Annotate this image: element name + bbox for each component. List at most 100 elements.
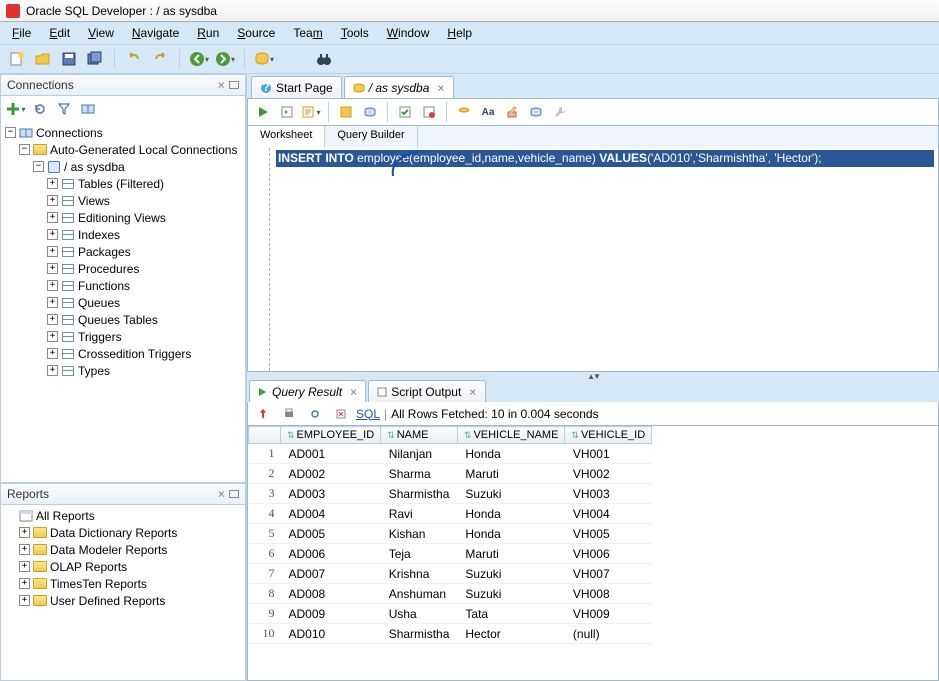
tab-query-result[interactable]: Query Result× xyxy=(249,380,366,402)
column-header[interactable]: ⇅VEHICLE_NAME xyxy=(457,427,565,444)
table-row[interactable]: 7AD007KrishnaSuzukiVH007 xyxy=(249,564,652,584)
commit-icon[interactable] xyxy=(359,101,381,123)
table-row[interactable]: 5AD005KishanHondaVH005 xyxy=(249,524,652,544)
report-node[interactable]: +OLAP Reports xyxy=(1,558,245,575)
save-all-icon[interactable] xyxy=(84,48,106,70)
table-row[interactable]: 1AD001NilanjanHondaVH001 xyxy=(249,444,652,464)
tab-script-output[interactable]: Script Output× xyxy=(368,380,485,402)
menu-run[interactable]: Run xyxy=(189,24,227,42)
sql-icon[interactable]: ▾ xyxy=(253,48,275,70)
table-row[interactable]: 3AD003SharmisthaSuzukiVH003 xyxy=(249,484,652,504)
connections-header: Connections × xyxy=(0,74,246,96)
splitter[interactable]: ▲▼ xyxy=(247,372,939,380)
history-icon[interactable] xyxy=(525,101,547,123)
save-icon[interactable] xyxy=(58,48,80,70)
binoculars-icon[interactable] xyxy=(313,48,335,70)
unshared-sql-icon[interactable] xyxy=(453,101,475,123)
tab-worksheet-sub[interactable]: Worksheet xyxy=(248,126,325,148)
tree-node[interactable]: +Procedures xyxy=(1,260,245,277)
menu-team[interactable]: Team xyxy=(285,24,330,42)
connections-tree[interactable]: −Connections −Auto-Generated Local Conne… xyxy=(0,122,246,483)
run-icon[interactable] xyxy=(252,101,274,123)
rollback-icon[interactable] xyxy=(418,101,440,123)
sql-editor[interactable]: INSERT INTO employee(employee_id,name,ve… xyxy=(247,148,939,372)
menu-navigate[interactable]: Navigate xyxy=(124,24,187,42)
restore-icon[interactable] xyxy=(229,81,239,89)
commit-check-icon[interactable] xyxy=(394,101,416,123)
refresh-result-icon[interactable] xyxy=(304,403,326,425)
tree-node[interactable]: +Indexes xyxy=(1,226,245,243)
wrench-icon[interactable] xyxy=(549,101,571,123)
pin-icon[interactable] xyxy=(252,403,274,425)
close-icon[interactable]: × xyxy=(218,487,225,501)
table-row[interactable]: 8AD008AnshumanSuzukiVH008 xyxy=(249,584,652,604)
sql-statement[interactable]: INSERT INTO employee(employee_id,name,ve… xyxy=(276,150,934,167)
new-connection-icon[interactable]: ▾ xyxy=(5,98,27,120)
undo-icon[interactable] xyxy=(123,48,145,70)
table-row[interactable]: 4AD004RaviHondaVH004 xyxy=(249,504,652,524)
reports-tree[interactable]: All Reports +Data Dictionary Reports+Dat… xyxy=(0,505,246,681)
explain-plan-icon[interactable]: ▾ xyxy=(300,101,322,123)
tree-node[interactable]: +Tables (Filtered) xyxy=(1,175,245,192)
result-grid[interactable]: ⇅EMPLOYEE_ID⇅NAME⇅VEHICLE_NAME⇅VEHICLE_I… xyxy=(247,426,939,681)
close-tab-icon[interactable]: × xyxy=(469,385,476,399)
title-bar: Oracle SQL Developer : / as sysdba xyxy=(0,0,939,22)
column-header[interactable]: ⇅EMPLOYEE_ID xyxy=(281,427,381,444)
table-row[interactable]: 9AD009UshaTataVH009 xyxy=(249,604,652,624)
delete-icon[interactable] xyxy=(330,403,352,425)
table-row[interactable]: 6AD006TejaMarutiVH006 xyxy=(249,544,652,564)
refresh-icon[interactable] xyxy=(29,98,51,120)
report-node[interactable]: +User Defined Reports xyxy=(1,592,245,609)
reports-root-icon xyxy=(18,509,34,523)
forward-icon[interactable]: ▾ xyxy=(214,48,236,70)
table-row[interactable]: 10AD010SharmisthaHector(null) xyxy=(249,624,652,644)
tree-node[interactable]: +Types xyxy=(1,362,245,379)
column-header[interactable]: ⇅VEHICLE_ID xyxy=(565,427,652,444)
new-icon[interactable] xyxy=(6,48,28,70)
report-node[interactable]: +TimesTen Reports xyxy=(1,575,245,592)
tns-icon[interactable] xyxy=(77,98,99,120)
menu-tools[interactable]: Tools xyxy=(333,24,377,42)
restore-icon[interactable] xyxy=(229,490,239,498)
run-script-icon[interactable] xyxy=(276,101,298,123)
tree-sysdba[interactable]: / as sysdba xyxy=(64,160,125,174)
back-icon[interactable]: ▾ xyxy=(188,48,210,70)
menu-window[interactable]: Window xyxy=(379,24,438,42)
menu-edit[interactable]: Edit xyxy=(41,24,78,42)
tree-node[interactable]: +Editioning Views xyxy=(1,209,245,226)
menu-help[interactable]: Help xyxy=(439,24,480,42)
report-node[interactable]: +Data Dictionary Reports xyxy=(1,524,245,541)
column-header[interactable]: ⇅NAME xyxy=(381,427,458,444)
redo-icon[interactable] xyxy=(149,48,171,70)
editor-tabs: ?Start Page / as sysdba× xyxy=(247,74,939,98)
close-tab-icon[interactable]: × xyxy=(350,385,357,399)
menu-file[interactable]: File xyxy=(4,24,39,42)
report-node[interactable]: +Data Modeler Reports xyxy=(1,541,245,558)
tree-node[interactable]: +Functions xyxy=(1,277,245,294)
tree-autogen[interactable]: Auto-Generated Local Connections xyxy=(50,143,237,157)
tab-query-builder[interactable]: Query Builder xyxy=(325,126,417,148)
clear-icon[interactable] xyxy=(501,101,523,123)
sql-link[interactable]: SQL xyxy=(356,407,380,421)
tree-root[interactable]: Connections xyxy=(36,126,103,140)
open-icon[interactable] xyxy=(32,48,54,70)
autotrace-icon[interactable] xyxy=(335,101,357,123)
to-upper-icon[interactable]: Aa xyxy=(477,101,499,123)
tab-worksheet[interactable]: / as sysdba× xyxy=(344,76,454,98)
filter-icon[interactable] xyxy=(53,98,75,120)
table-row[interactable]: 2AD002SharmaMarutiVH002 xyxy=(249,464,652,484)
tree-node[interactable]: +Queues Tables xyxy=(1,311,245,328)
left-panel: Connections × ▾ −Connections −Auto-Gener… xyxy=(0,74,246,681)
tree-node[interactable]: +Packages xyxy=(1,243,245,260)
close-icon[interactable]: × xyxy=(218,78,225,92)
close-tab-icon[interactable]: × xyxy=(437,81,444,95)
tree-node[interactable]: +Queues xyxy=(1,294,245,311)
tree-node[interactable]: +Crossedition Triggers xyxy=(1,345,245,362)
reports-root[interactable]: All Reports xyxy=(36,509,95,523)
menu-view[interactable]: View xyxy=(80,24,122,42)
print-icon[interactable] xyxy=(278,403,300,425)
menu-source[interactable]: Source xyxy=(229,24,283,42)
tree-node[interactable]: +Triggers xyxy=(1,328,245,345)
tab-start-page[interactable]: ?Start Page xyxy=(251,76,342,98)
tree-node[interactable]: +Views xyxy=(1,192,245,209)
